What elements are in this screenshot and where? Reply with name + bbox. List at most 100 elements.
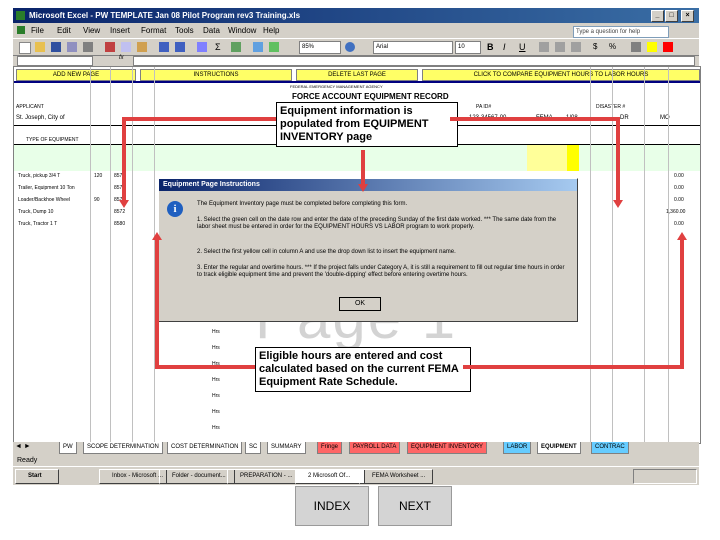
menu-view[interactable]: View xyxy=(83,26,100,35)
grid-line xyxy=(590,67,591,443)
excel-logo-icon xyxy=(16,11,25,20)
minimize-button[interactable]: _ xyxy=(651,10,664,22)
cut-icon[interactable] xyxy=(105,42,115,52)
maximize-button[interactable]: □ xyxy=(665,10,678,22)
next-button[interactable]: NEXT xyxy=(378,486,452,526)
grid-line xyxy=(644,67,645,443)
fx-label[interactable]: fx xyxy=(119,55,124,61)
grid-line xyxy=(90,67,91,443)
open-icon[interactable] xyxy=(35,42,45,52)
hyperlink-icon[interactable] xyxy=(197,42,207,52)
taskbar: Start Inbox - Microsoft ... Folder - doc… xyxy=(13,466,699,485)
print-icon[interactable] xyxy=(67,42,77,52)
callout-connector xyxy=(616,117,620,205)
fill-color-icon[interactable] xyxy=(647,42,657,52)
font-select[interactable]: Arial xyxy=(373,41,453,54)
tab-payroll-data[interactable]: PAYROLL DATA xyxy=(349,442,401,454)
tab-labor[interactable]: LABOR xyxy=(503,442,532,454)
add-new-page-button[interactable]: ADD NEW PAGE xyxy=(16,69,136,81)
compare-hours-button[interactable]: CLICK TO COMPARE EQUIPMENT HOURS TO LABO… xyxy=(422,69,700,81)
standard-toolbar: Σ 85% Arial 10 B I U $ % xyxy=(13,38,699,56)
grid-line xyxy=(110,67,111,443)
borders-icon[interactable] xyxy=(631,42,641,52)
taskbar-item[interactable]: Inbox - Microsoft ... xyxy=(99,469,167,484)
status-bar: Ready xyxy=(13,455,699,466)
callout-connector xyxy=(122,117,126,205)
font-size-select[interactable]: 10 xyxy=(455,41,481,54)
equipment-name: Trailer, Equipment 10 Ton xyxy=(18,185,75,191)
tab-fringe[interactable]: Fringe xyxy=(317,442,343,454)
callout-connector xyxy=(122,117,276,121)
menu-insert[interactable]: Insert xyxy=(110,26,130,35)
align-right-icon[interactable] xyxy=(571,42,581,52)
new-icon[interactable] xyxy=(19,42,31,54)
title-bar: Microsoft Excel - PW TEMPLATE Jan 08 Pil… xyxy=(13,8,699,23)
type-of-equipment-label: TYPE OF EQUIPMENT xyxy=(26,137,79,143)
ask-question-input[interactable]: Type a question for help xyxy=(573,26,669,38)
redo-icon[interactable] xyxy=(175,42,185,52)
sort-icon[interactable] xyxy=(231,42,241,52)
tab-scope-determination[interactable]: SCOPE DETERMINATION xyxy=(83,442,163,454)
sheet-tabs: ◄ ► PW SCOPE DETERMINATION COST DETERMIN… xyxy=(13,442,699,454)
bold-icon[interactable]: B xyxy=(487,42,497,52)
zoom-select[interactable]: 85% xyxy=(299,41,341,54)
autosum-icon[interactable]: Σ xyxy=(215,42,225,52)
align-center-icon[interactable] xyxy=(555,42,565,52)
callout-connector xyxy=(361,150,365,186)
equipment-total: 1,360.00 xyxy=(666,209,686,215)
underline-icon[interactable]: U xyxy=(519,42,529,52)
callout-connector xyxy=(155,365,255,369)
tab-scroll-icon[interactable]: ◄ ► xyxy=(15,443,31,450)
index-button[interactable]: INDEX xyxy=(295,486,369,526)
menu-file[interactable]: File xyxy=(31,26,44,35)
copy-icon[interactable] xyxy=(121,42,131,52)
tab-equipment[interactable]: EQUIPMENT xyxy=(537,442,581,454)
align-left-icon[interactable] xyxy=(539,42,549,52)
arrow-up-icon xyxy=(677,232,687,240)
grid-line xyxy=(612,67,613,443)
menu-window[interactable]: Window xyxy=(228,26,256,35)
save-icon[interactable] xyxy=(51,42,61,52)
percent-icon[interactable]: % xyxy=(609,42,619,52)
menu-data[interactable]: Data xyxy=(203,26,220,35)
help-icon[interactable] xyxy=(345,42,355,52)
start-button[interactable]: Start xyxy=(15,469,59,484)
tab-cost-determination[interactable]: COST DETERMINATION xyxy=(167,442,243,454)
menu-tools[interactable]: Tools xyxy=(175,26,194,35)
tab-summary[interactable]: SUMMARY xyxy=(267,442,306,454)
undo-icon[interactable] xyxy=(159,42,169,52)
taskbar-item-active[interactable]: 2 Microsoft Of... xyxy=(295,469,365,484)
taskbar-item[interactable]: FEMA Worksheet ... xyxy=(359,469,433,484)
hours-label: Hrs xyxy=(212,409,220,415)
instructions-dialog: Equipment Page Instructions i The Equipm… xyxy=(158,178,578,322)
hours-label: Hrs xyxy=(212,393,220,399)
instructions-button[interactable]: INSTRUCTIONS xyxy=(140,69,292,81)
preview-icon[interactable] xyxy=(83,42,93,52)
tab-equipment-inventory[interactable]: EQUIPMENT INVENTORY xyxy=(407,442,488,454)
status-text: Ready xyxy=(17,457,38,464)
taskbar-item[interactable]: Folder - document... xyxy=(159,469,235,484)
menu-help[interactable]: Help xyxy=(263,26,279,35)
taskbar-item[interactable]: PREPARATION - ... xyxy=(227,469,301,484)
tab-pw[interactable]: PW xyxy=(59,442,77,454)
equipment-total: 0.00 xyxy=(674,221,684,227)
drawing-icon[interactable] xyxy=(269,42,279,52)
formula-input[interactable] xyxy=(133,56,695,66)
equipment-name: Loader/Backhoe Wheel xyxy=(18,197,70,203)
header-divider xyxy=(14,81,700,83)
font-color-icon[interactable] xyxy=(663,42,673,52)
name-box[interactable] xyxy=(17,56,93,66)
delete-last-page-button[interactable]: DELETE LAST PAGE xyxy=(296,69,418,81)
tab-contrac[interactable]: CONTRAC xyxy=(591,442,629,454)
close-button[interactable]: × xyxy=(681,10,694,22)
currency-icon[interactable]: $ xyxy=(593,42,603,52)
menu-format[interactable]: Format xyxy=(141,26,166,35)
equipment-total: 0.00 xyxy=(674,197,684,203)
paste-icon[interactable] xyxy=(137,42,147,52)
menu-edit[interactable]: Edit xyxy=(57,26,71,35)
ok-button[interactable]: OK xyxy=(339,297,381,311)
italic-icon[interactable]: I xyxy=(503,42,513,52)
tab-sc[interactable]: SC xyxy=(245,442,262,454)
arrow-down-icon xyxy=(358,184,368,192)
chart-wizard-icon[interactable] xyxy=(253,42,263,52)
